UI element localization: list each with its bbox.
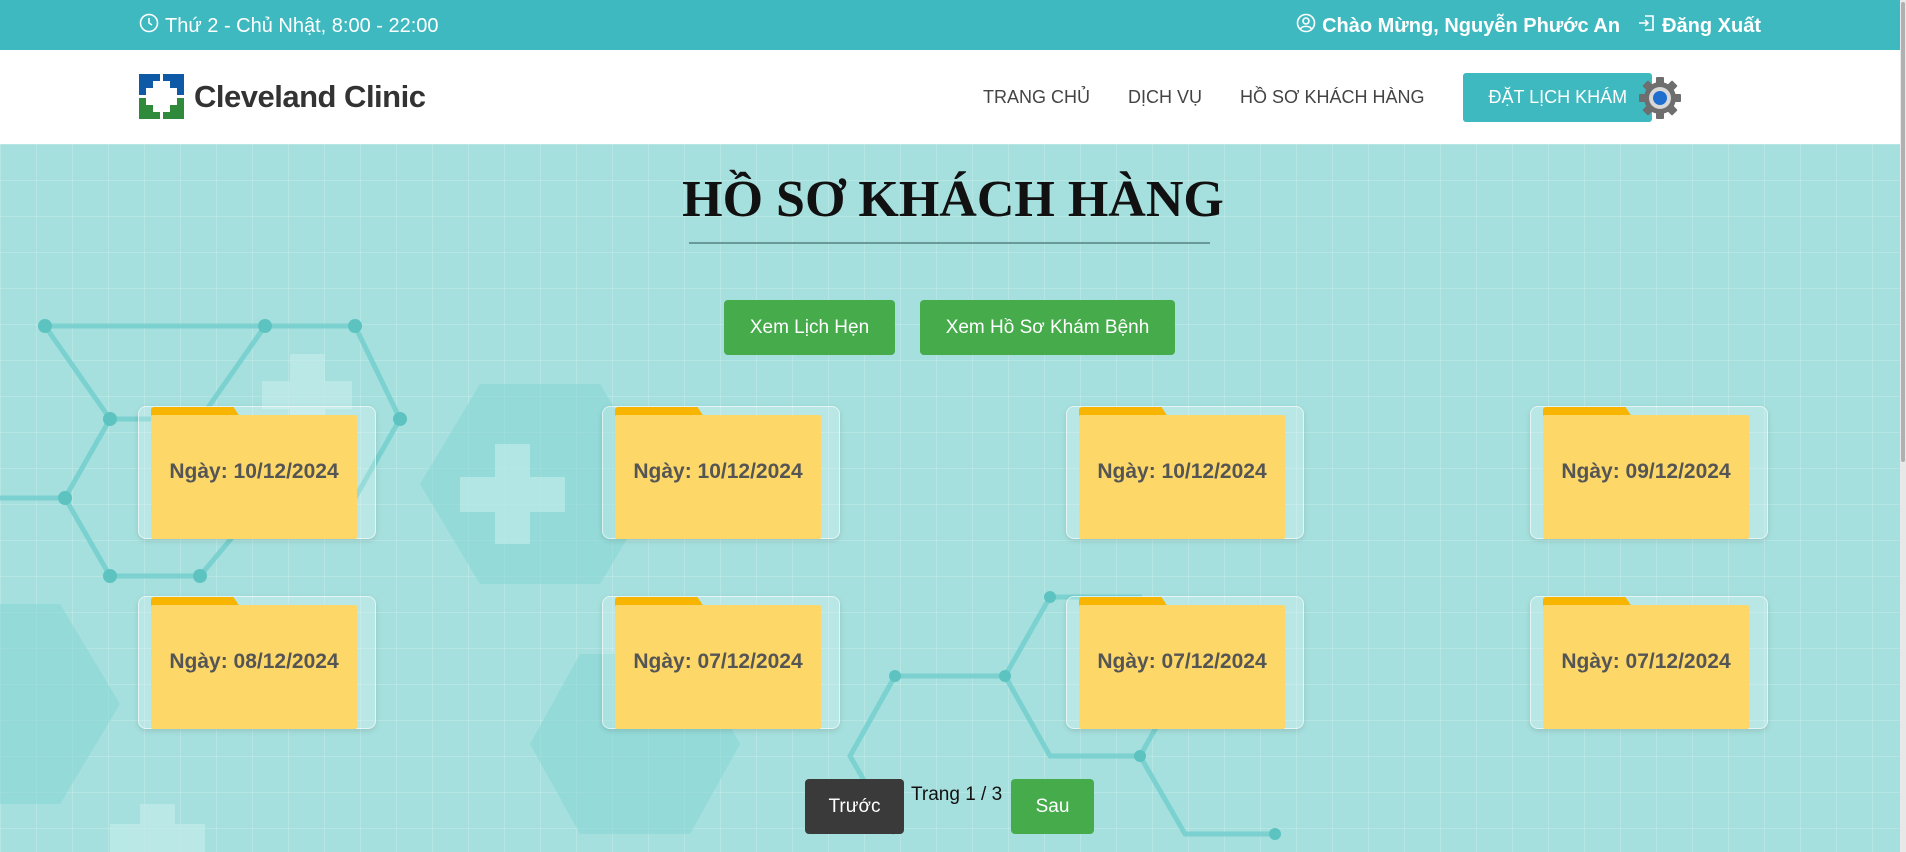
clinic-logo-icon	[139, 74, 184, 119]
nav-item-services[interactable]: DỊCH VỤ	[1128, 87, 1202, 108]
user-greeting[interactable]: Chào Mừng, Nguyễn Phước An	[1296, 13, 1620, 39]
record-folder[interactable]: Ngày: 10/12/2024	[1066, 406, 1304, 539]
page-title: HỒ SƠ KHÁCH HÀNG	[682, 171, 1224, 228]
brand-name: Cleveland Clinic	[194, 78, 426, 114]
clock-icon	[139, 13, 159, 39]
view-appointments-button[interactable]: Xem Lịch Hẹn	[724, 300, 895, 355]
customer-records-section: HỒ SƠ KHÁCH HÀNG Xem Lịch Hẹn Xem Hồ Sơ …	[0, 144, 1906, 852]
opening-hours-text: Thứ 2 - Chủ Nhật, 8:00 - 22:00	[165, 14, 439, 37]
folder-icon: Ngày: 07/12/2024	[1079, 605, 1285, 729]
page-scrollbar[interactable]	[1900, 0, 1906, 852]
main-navbar: Cleveland Clinic TRANG CHỦ DỊCH VỤ HỒ SƠ…	[0, 50, 1906, 144]
folder-icon: Ngày: 10/12/2024	[151, 415, 357, 539]
record-date: Ngày: 10/12/2024	[169, 460, 339, 483]
logout-text: Đăng Xuất	[1662, 14, 1761, 37]
record-date: Ngày: 09/12/2024	[1561, 460, 1731, 483]
record-folder[interactable]: Ngày: 07/12/2024	[602, 596, 840, 729]
greeting-text: Chào Mừng, Nguyễn Phước An	[1322, 14, 1621, 37]
nav-menu: TRANG CHỦ DỊCH VỤ HỒ SƠ KHÁCH HÀNG ĐẶT L…	[983, 50, 1653, 144]
folder-icon: Ngày: 09/12/2024	[1543, 415, 1749, 539]
settings-gear-icon[interactable]	[1637, 75, 1683, 121]
scrollbar-thumb[interactable]	[1901, 2, 1905, 462]
record-date: Ngày: 10/12/2024	[1097, 460, 1267, 483]
folder-icon: Ngày: 07/12/2024	[615, 605, 821, 729]
opening-hours: Thứ 2 - Chủ Nhật, 8:00 - 22:00	[139, 13, 439, 39]
view-medical-records-button[interactable]: Xem Hồ Sơ Khám Bệnh	[920, 300, 1175, 355]
record-date: Ngày: 07/12/2024	[633, 650, 803, 673]
record-folder[interactable]: Ngày: 10/12/2024	[138, 406, 376, 539]
record-folder[interactable]: Ngày: 07/12/2024	[1530, 596, 1768, 729]
next-page-button[interactable]: Sau	[1011, 779, 1094, 834]
record-folder[interactable]: Ngày: 08/12/2024	[138, 596, 376, 729]
nav-item-customer-records[interactable]: HỒ SƠ KHÁCH HÀNG	[1240, 87, 1424, 108]
brand-logo[interactable]: Cleveland Clinic	[139, 74, 426, 119]
record-date: Ngày: 07/12/2024	[1561, 650, 1731, 673]
user-icon	[1296, 13, 1316, 39]
record-folder[interactable]: Ngày: 07/12/2024	[1066, 596, 1304, 729]
logout-link[interactable]: Đăng Xuất	[1638, 14, 1761, 38]
page-indicator: Trang 1 / 3	[911, 784, 1003, 805]
record-date: Ngày: 07/12/2024	[1097, 650, 1267, 673]
record-folder[interactable]: Ngày: 10/12/2024	[602, 406, 840, 539]
title-divider	[689, 242, 1210, 244]
record-date: Ngày: 10/12/2024	[633, 460, 803, 483]
book-appointment-button[interactable]: ĐẶT LỊCH KHÁM	[1463, 72, 1653, 122]
record-folder[interactable]: Ngày: 09/12/2024	[1530, 406, 1768, 539]
folder-icon: Ngày: 10/12/2024	[615, 415, 821, 539]
record-date: Ngày: 08/12/2024	[169, 650, 339, 673]
folder-icon: Ngày: 08/12/2024	[151, 605, 357, 729]
top-info-bar: Thứ 2 - Chủ Nhật, 8:00 - 22:00 Chào Mừng…	[0, 0, 1906, 50]
logout-icon	[1638, 14, 1656, 38]
previous-page-button[interactable]: Trước	[805, 779, 904, 834]
folder-icon: Ngày: 07/12/2024	[1543, 605, 1749, 729]
nav-item-home[interactable]: TRANG CHỦ	[983, 87, 1090, 108]
folder-icon: Ngày: 10/12/2024	[1079, 415, 1285, 539]
